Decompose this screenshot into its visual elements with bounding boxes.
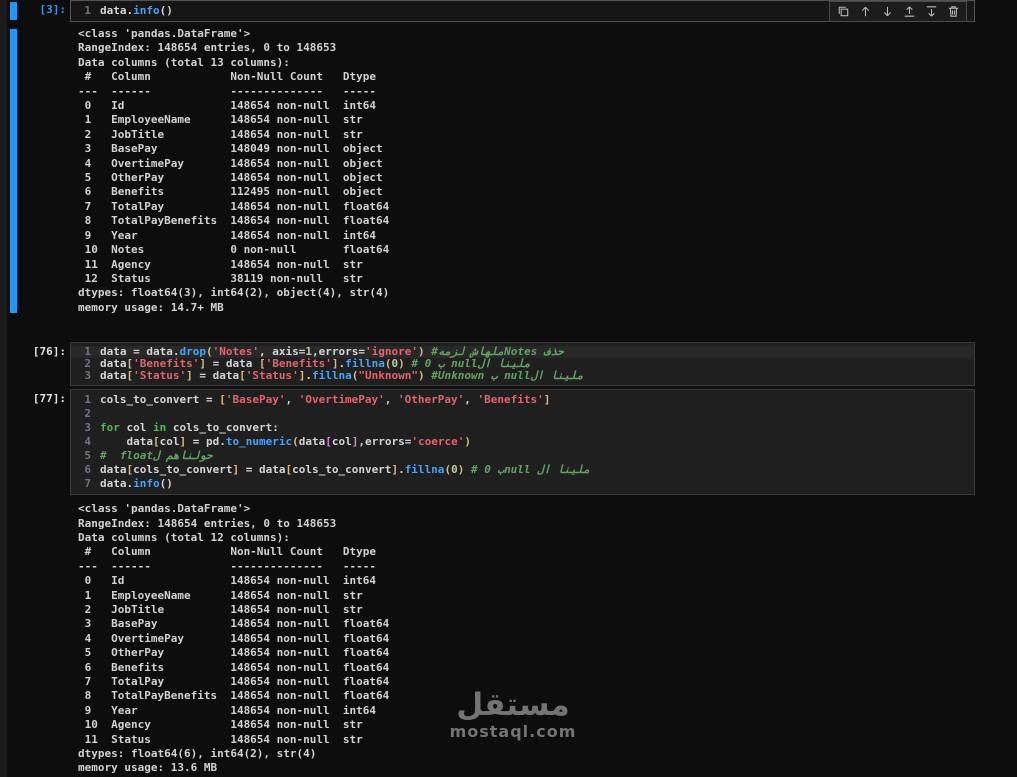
- output-collapser[interactable]: [10, 504, 17, 774]
- code-line: 3 data['Status'] = data['Status'].fillna(…: [71, 370, 974, 382]
- code-editor[interactable]: 1 data.info(): [70, 0, 975, 22]
- line-number: 5: [84, 449, 91, 463]
- code-text: data[col] = pd.to_numeric(data[col],erro…: [126, 435, 471, 449]
- line-number: 1: [84, 4, 91, 17]
- code-editor[interactable]: 1 cols_to_convert = ['BasePay', 'Overtime…: [70, 389, 975, 496]
- code-text: data.info(): [100, 477, 173, 491]
- execution-count: [3]:: [39, 3, 67, 16]
- jupyter-notebook: [3]: 1 data.info() <class 'pandas.DataFrame…: [0, 0, 1017, 777]
- line-number: 1: [84, 393, 91, 407]
- line-number: 3: [84, 369, 91, 383]
- cell-collapser[interactable]: [10, 2, 17, 20]
- code-line: 3 for col in cols_to_convert:: [71, 421, 974, 435]
- line-number: 4: [84, 435, 91, 449]
- arrow-down-icon: [883, 6, 891, 17]
- cell-gutter: [3]:: [0, 0, 70, 22]
- trash-icon: [948, 6, 958, 17]
- line-number: 3: [84, 421, 91, 435]
- cell-gutter: [77]:: [0, 389, 70, 495]
- insert-cell-above-button[interactable]: [898, 3, 920, 20]
- execution-count: [76]:: [32, 345, 66, 359]
- cell-output-text: <class 'pandas.DataFrame'> RangeIndex: 1…: [78, 27, 390, 314]
- mostaql-domain: mostaql.com: [449, 722, 577, 741]
- copy-icon: [838, 6, 848, 17]
- code-cell: [76]: 1 data = data.drop('Notes', axis=1,e…: [0, 342, 1017, 387]
- cell-toolbar: [829, 1, 967, 22]
- insert-above-icon: [904, 6, 914, 17]
- code-line: 6 data[cols_to_convert] = data[cols_to_co…: [71, 463, 974, 477]
- code-text: # ⁧حولناهم لfloat⁩: [100, 449, 213, 463]
- cell-gutter: [76]:: [0, 342, 70, 386]
- execution-count: [77]:: [32, 392, 66, 406]
- code-line: 2: [71, 407, 974, 421]
- line-number: 6: [84, 463, 91, 477]
- move-cell-down-button[interactable]: [876, 3, 898, 20]
- code-text: for col in cols_to_convert:: [100, 421, 279, 435]
- insert-below-icon: [926, 6, 936, 17]
- output-collapser[interactable]: [10, 29, 17, 314]
- line-number: 2: [84, 407, 91, 421]
- code-text: data.info(): [100, 4, 173, 17]
- code-line: 1 cols_to_convert = ['BasePay', 'Overtime…: [71, 393, 974, 407]
- delete-cell-button[interactable]: [942, 3, 964, 20]
- watermark: مستقل mostaql.com: [438, 688, 588, 742]
- cell-collapser[interactable]: [10, 344, 17, 384]
- code-cell: [3]: 1 data.info() <class 'pandas.DataFrame…: [0, 0, 1017, 315]
- code-text: cols_to_convert = ['BasePay', 'OvertimeP…: [100, 393, 551, 407]
- line-number: 7: [84, 477, 91, 491]
- code-line: 7 data.info(): [71, 477, 974, 491]
- cell-gutter: [0, 27, 70, 315]
- cell-gutter: [0, 502, 70, 776]
- code-editor[interactable]: 1 data = data.drop('Notes', axis=1,errors…: [70, 342, 975, 387]
- code-line: 5 # ⁧حولناهم لfloat⁩: [71, 449, 974, 463]
- cells: [3]: 1 data.info() <class 'pandas.DataFrame…: [0, 0, 1017, 776]
- move-cell-up-button[interactable]: [854, 3, 876, 20]
- mostaql-logo: مستقل: [456, 687, 570, 723]
- code-line: 4 data[col] = pd.to_numeric(data[col],er…: [71, 435, 974, 449]
- duplicate-cell-button[interactable]: [832, 3, 854, 20]
- code-text: data['Status'] = data['Status'].fillna("…: [100, 369, 584, 383]
- cell-collapser[interactable]: [10, 391, 17, 493]
- code-text: data[cols_to_convert] = data[cols_to_con…: [100, 463, 591, 477]
- arrow-up-icon: [861, 6, 869, 17]
- insert-cell-below-button[interactable]: [920, 3, 942, 20]
